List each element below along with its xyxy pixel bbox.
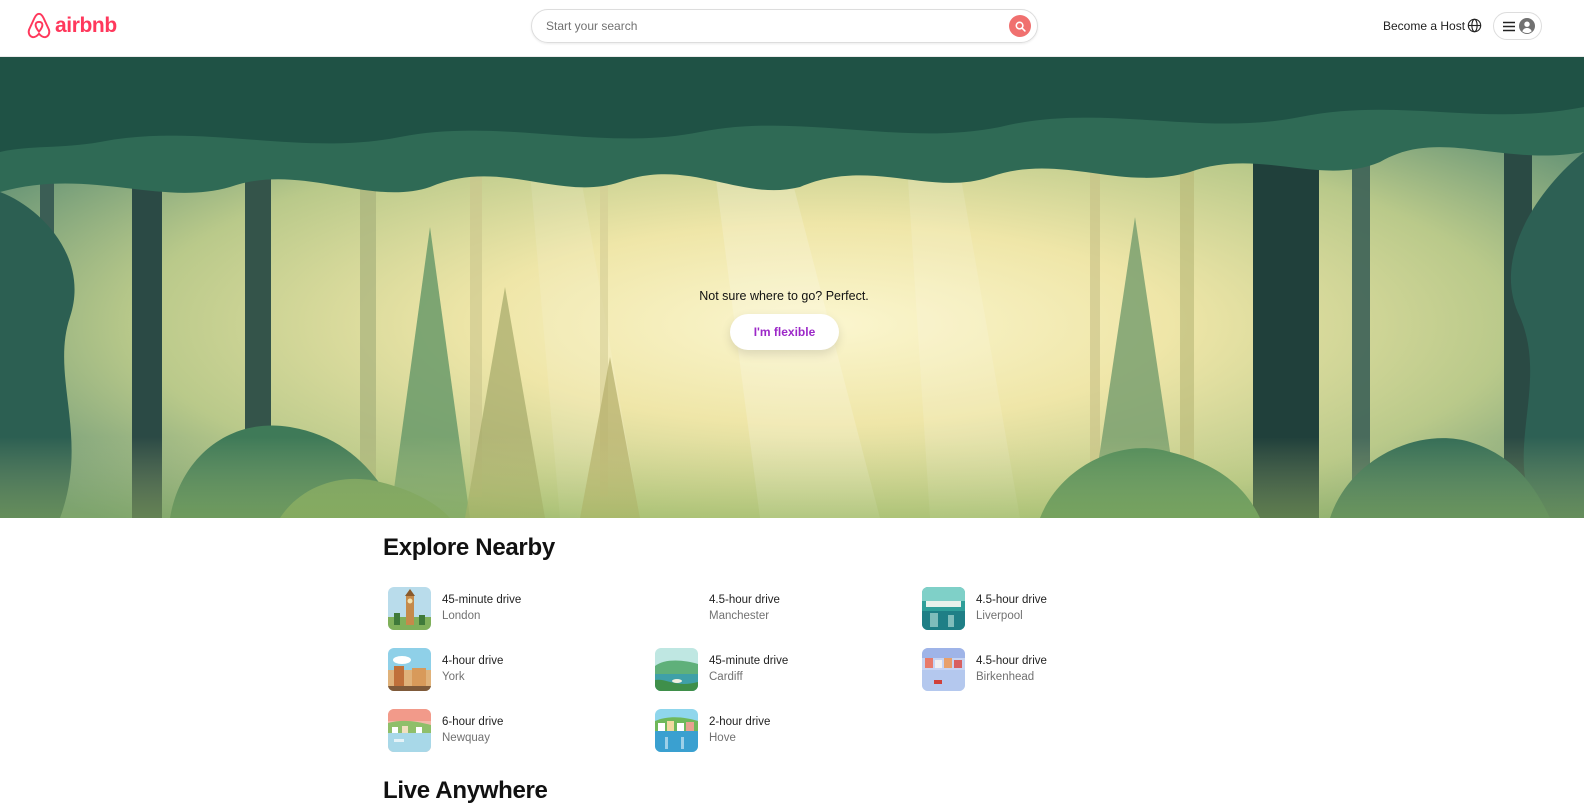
- birkenhead-thumb: [922, 647, 965, 691]
- drive-time: 4-hour drive: [442, 655, 504, 667]
- city-name: Liverpool: [976, 610, 1023, 622]
- drive-time: 45-minute drive: [442, 594, 522, 606]
- drive-time: 4.5-hour drive: [976, 655, 1047, 667]
- manchester-thumb-placeholder: [655, 587, 698, 630]
- search-button[interactable]: [1009, 15, 1031, 37]
- city-name: Newquay: [442, 732, 490, 744]
- york-thumb: [388, 647, 431, 691]
- hove-thumb: [655, 708, 698, 752]
- explore-nearby-title: Explore Nearby: [383, 534, 555, 561]
- cardiff-thumb: [655, 647, 698, 691]
- drive-time: 4.5-hour drive: [709, 594, 780, 606]
- city-name: Hove: [709, 732, 736, 744]
- nearby-item-cardiff[interactable]: 45-minute drive Cardiff: [655, 647, 895, 691]
- nearby-item-text: 2-hour drive Hove: [709, 714, 770, 746]
- nearby-item-text: 4.5-hour drive Liverpool: [976, 592, 1047, 624]
- nearby-item-manchester[interactable]: 4.5-hour drive Manchester: [655, 586, 895, 630]
- city-name: Cardiff: [709, 671, 743, 683]
- user-menu-button[interactable]: [1493, 12, 1542, 40]
- live-anywhere-title: Live Anywhere: [383, 777, 548, 804]
- nearby-item-york[interactable]: 4-hour drive York: [388, 647, 628, 691]
- nearby-item-text: 45-minute drive Cardiff: [709, 653, 788, 685]
- airbnb-logo-icon: [27, 12, 51, 39]
- drive-time: 2-hour drive: [709, 716, 771, 728]
- drive-time: 6-hour drive: [442, 716, 504, 728]
- hero-tagline: Not sure where to go? Perfect.: [699, 289, 869, 303]
- liverpool-thumb: [922, 586, 965, 630]
- airbnb-logo[interactable]: airbnb: [26, 12, 117, 40]
- nearby-item-text: 45-minute drive London: [442, 592, 521, 624]
- drive-time: 45-minute drive: [709, 655, 789, 667]
- nearby-item-birkenhead[interactable]: 4.5-hour drive Birkenhead: [922, 647, 1162, 691]
- forest-illustration: [0, 57, 1584, 518]
- london-thumb: [388, 586, 431, 630]
- search-icon: [1015, 21, 1026, 32]
- nearby-item-liverpool[interactable]: 4.5-hour drive Liverpool: [922, 586, 1162, 630]
- city-name: Manchester: [709, 610, 770, 622]
- nearby-item-text: 6-hour drive Newquay: [442, 714, 503, 746]
- city-name: Birkenhead: [976, 671, 1035, 683]
- search-input[interactable]: [532, 10, 1009, 42]
- become-host-link[interactable]: Become a Host: [1383, 19, 1465, 33]
- nearby-item-newquay[interactable]: 6-hour drive Newquay: [388, 708, 628, 752]
- nearby-item-hove[interactable]: 2-hour drive Hove: [655, 708, 895, 752]
- nearby-item-text: 4.5-hour drive Birkenhead: [976, 653, 1047, 685]
- nearby-item-london[interactable]: 45-minute drive London: [388, 586, 628, 630]
- top-nav: airbnb Become a Host: [0, 0, 1584, 57]
- city-name: York: [442, 671, 465, 683]
- drive-time: 4.5-hour drive: [976, 594, 1047, 606]
- nearby-item-text: 4.5-hour drive Manchester: [709, 592, 780, 624]
- im-flexible-button[interactable]: I'm flexible: [730, 314, 839, 350]
- hamburger-menu-icon: [1503, 21, 1515, 31]
- user-avatar-icon: [1519, 18, 1535, 34]
- newquay-thumb: [388, 708, 431, 752]
- search-bar[interactable]: [531, 9, 1038, 43]
- nearby-item-text: 4-hour drive York: [442, 653, 503, 685]
- city-name: London: [442, 610, 481, 622]
- brand-name: airbnb: [55, 14, 117, 37]
- globe-icon[interactable]: [1467, 18, 1482, 33]
- hero-banner: Not sure where to go? Perfect. I'm flexi…: [0, 57, 1584, 518]
